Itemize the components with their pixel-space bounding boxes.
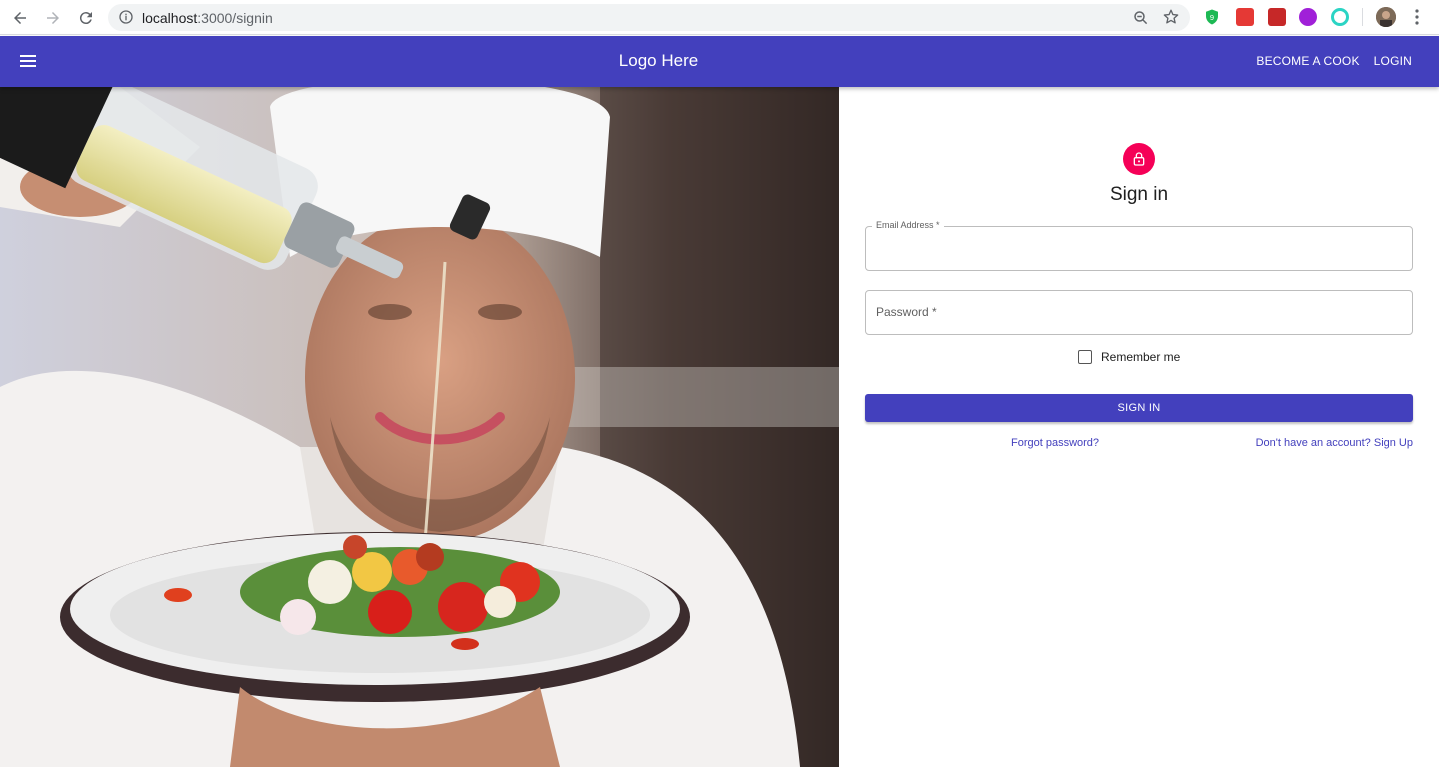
profile-avatar[interactable] (1376, 7, 1396, 27)
remember-checkbox[interactable] (1078, 350, 1092, 364)
info-icon[interactable] (118, 9, 134, 25)
forward-icon[interactable] (41, 6, 65, 30)
game-extension-icon[interactable] (1268, 8, 1286, 26)
become-a-cook-link[interactable]: BECOME A COOK (1256, 54, 1359, 68)
appbar-links: BECOME A COOK LOGIN (1256, 54, 1412, 68)
back-icon[interactable] (8, 6, 32, 30)
shield-extension-icon[interactable]: 9 (1203, 8, 1221, 26)
email-input[interactable] (876, 239, 1396, 259)
browser-chrome: localhost:3000/signin 9 (0, 0, 1439, 35)
password-field[interactable]: Password * (865, 290, 1413, 335)
forgot-password-link[interactable]: Forgot password? (1011, 437, 1099, 449)
hero-chef-image (0, 87, 839, 767)
remember-label: Remember me (1101, 350, 1181, 364)
toolbar-separator (1362, 8, 1363, 26)
reload-icon[interactable] (74, 6, 98, 30)
app-bar: Logo Here BECOME A COOK LOGIN (0, 36, 1439, 87)
pdf-extension-icon[interactable] (1236, 8, 1254, 26)
zoom-icon[interactable] (1132, 9, 1150, 27)
menu-dots-icon[interactable] (1409, 8, 1425, 26)
lock-icon (1133, 152, 1145, 166)
password-input[interactable] (876, 303, 1396, 323)
signup-link[interactable]: Don't have an account? Sign Up (1256, 437, 1413, 449)
email-label: Email Address * (872, 220, 944, 230)
email-field[interactable]: Email Address * (865, 220, 1413, 271)
teal-extension-icon[interactable] (1331, 8, 1349, 26)
login-link[interactable]: LOGIN (1374, 54, 1412, 68)
lock-avatar (1123, 143, 1155, 175)
url-text: localhost:3000/signin (142, 10, 273, 26)
purple-extension-icon[interactable] (1299, 8, 1317, 26)
star-icon[interactable] (1162, 8, 1180, 26)
signin-panel: Sign in Email Address * Password * Remem… (839, 87, 1439, 767)
url-host: localhost (142, 10, 198, 26)
svg-text:9: 9 (1210, 13, 1214, 22)
url-path: :3000/signin (197, 10, 273, 26)
remember-me[interactable]: Remember me (1078, 350, 1180, 364)
app-logo[interactable]: Logo Here (0, 51, 1317, 71)
signin-button[interactable]: SIGN IN (865, 394, 1413, 422)
signin-title: Sign in (1109, 184, 1169, 205)
address-bar[interactable]: localhost:3000/signin (108, 4, 1190, 31)
